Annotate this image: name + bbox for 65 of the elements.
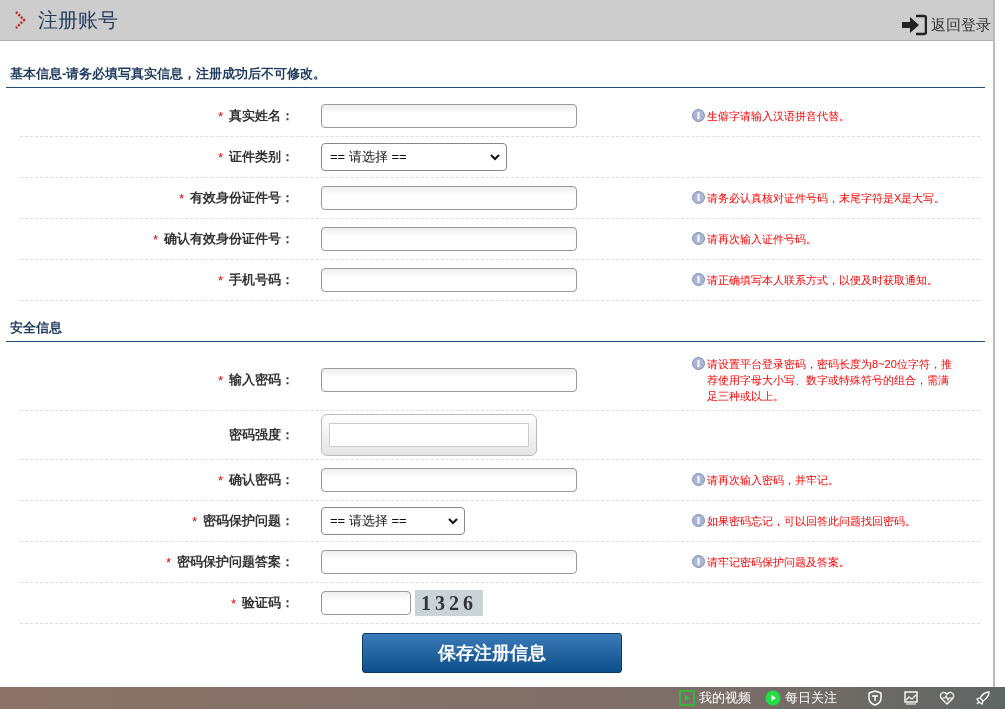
caret-icon [448, 517, 458, 525]
required-mark: * [217, 272, 223, 288]
heart-icon[interactable] [939, 690, 955, 706]
info-icon [692, 357, 705, 370]
hint-text: 请务必认真核对证件号码，末尾字符是X是大写。 [707, 191, 946, 206]
hint-text: 请正确填写本人联系方式，以便及时获取通知。 [707, 273, 938, 288]
hint-text: 请设置平台登录密码，密码长度为8~20位字符，推荐使用字母大小写、数字或特殊符号的组合，需满足三种或以上。 [707, 357, 953, 404]
field-label: 密码强度： [229, 426, 294, 444]
shield-icon[interactable] [867, 690, 883, 706]
page-title: 注册账号 [38, 7, 118, 33]
input-field[interactable] [321, 368, 577, 392]
field-label: 手机号码： [229, 271, 294, 289]
input-field[interactable] [321, 591, 411, 615]
info-icon [692, 191, 705, 204]
input-field[interactable] [321, 104, 577, 128]
field-label: 确认密码： [229, 471, 294, 489]
field-label: 确认有效身份证件号： [164, 230, 294, 248]
play-icon [765, 690, 781, 706]
required-mark: * [178, 190, 184, 206]
required-mark: * [230, 595, 236, 611]
hint-text: 请再次输入证件号码。 [707, 232, 817, 247]
field-label: 有效身份证件号： [190, 189, 294, 207]
hint-text: 请牢记密码保护问题及答案。 [707, 555, 850, 570]
required-mark: * [217, 472, 223, 488]
sign-in-icon [901, 14, 927, 36]
input-field[interactable] [321, 468, 577, 492]
video-icon [679, 690, 695, 706]
input-field[interactable] [321, 268, 577, 292]
input-field[interactable] [321, 550, 577, 574]
taskbar-item[interactable]: 我的视频 [679, 689, 751, 707]
field-label: 验证码： [242, 594, 294, 612]
field-label: 密码保护问题答案： [177, 553, 294, 571]
info-icon [692, 109, 705, 122]
info-icon [692, 273, 705, 286]
field-label: 输入密码： [229, 371, 294, 389]
info-icon [692, 473, 705, 486]
field-label: 证件类别： [229, 148, 294, 166]
captcha-image[interactable]: 1326 [415, 590, 483, 616]
required-mark: * [217, 372, 223, 388]
section-title: 基本信息-请务必填写真实信息，注册成功后不可修改。 [6, 65, 985, 88]
hint-text: 请再次输入密码，并牢记。 [707, 473, 839, 488]
info-icon [692, 555, 705, 568]
chevron-icon [14, 11, 26, 29]
select-dropdown[interactable]: == 请选择 == [321, 507, 465, 535]
field-label: 密码保护问题： [203, 512, 294, 530]
info-icon [692, 514, 705, 527]
required-mark: * [191, 513, 197, 529]
select-dropdown[interactable]: == 请选择 == [321, 143, 507, 171]
image-icon[interactable] [903, 690, 919, 706]
required-mark: * [217, 108, 223, 124]
required-mark: * [152, 231, 158, 247]
back-link[interactable]: 返回登录 [901, 14, 991, 36]
required-mark: * [165, 554, 171, 570]
rocket-icon[interactable] [975, 690, 991, 706]
info-icon [692, 232, 705, 245]
input-field[interactable] [321, 186, 577, 210]
field-label: 真实姓名： [229, 107, 294, 125]
section-title: 安全信息 [6, 319, 985, 342]
hint-text: 如果密码忘记，可以回答此问题找回密码。 [707, 514, 916, 529]
save-button[interactable]: 保存注册信息 [361, 633, 622, 673]
taskbar-item[interactable]: 每日关注 [765, 689, 837, 707]
required-mark: * [217, 149, 223, 165]
hint-text: 生僻字请输入汉语拼音代替。 [707, 109, 850, 124]
caret-icon [490, 153, 500, 161]
input-field[interactable] [321, 227, 577, 251]
